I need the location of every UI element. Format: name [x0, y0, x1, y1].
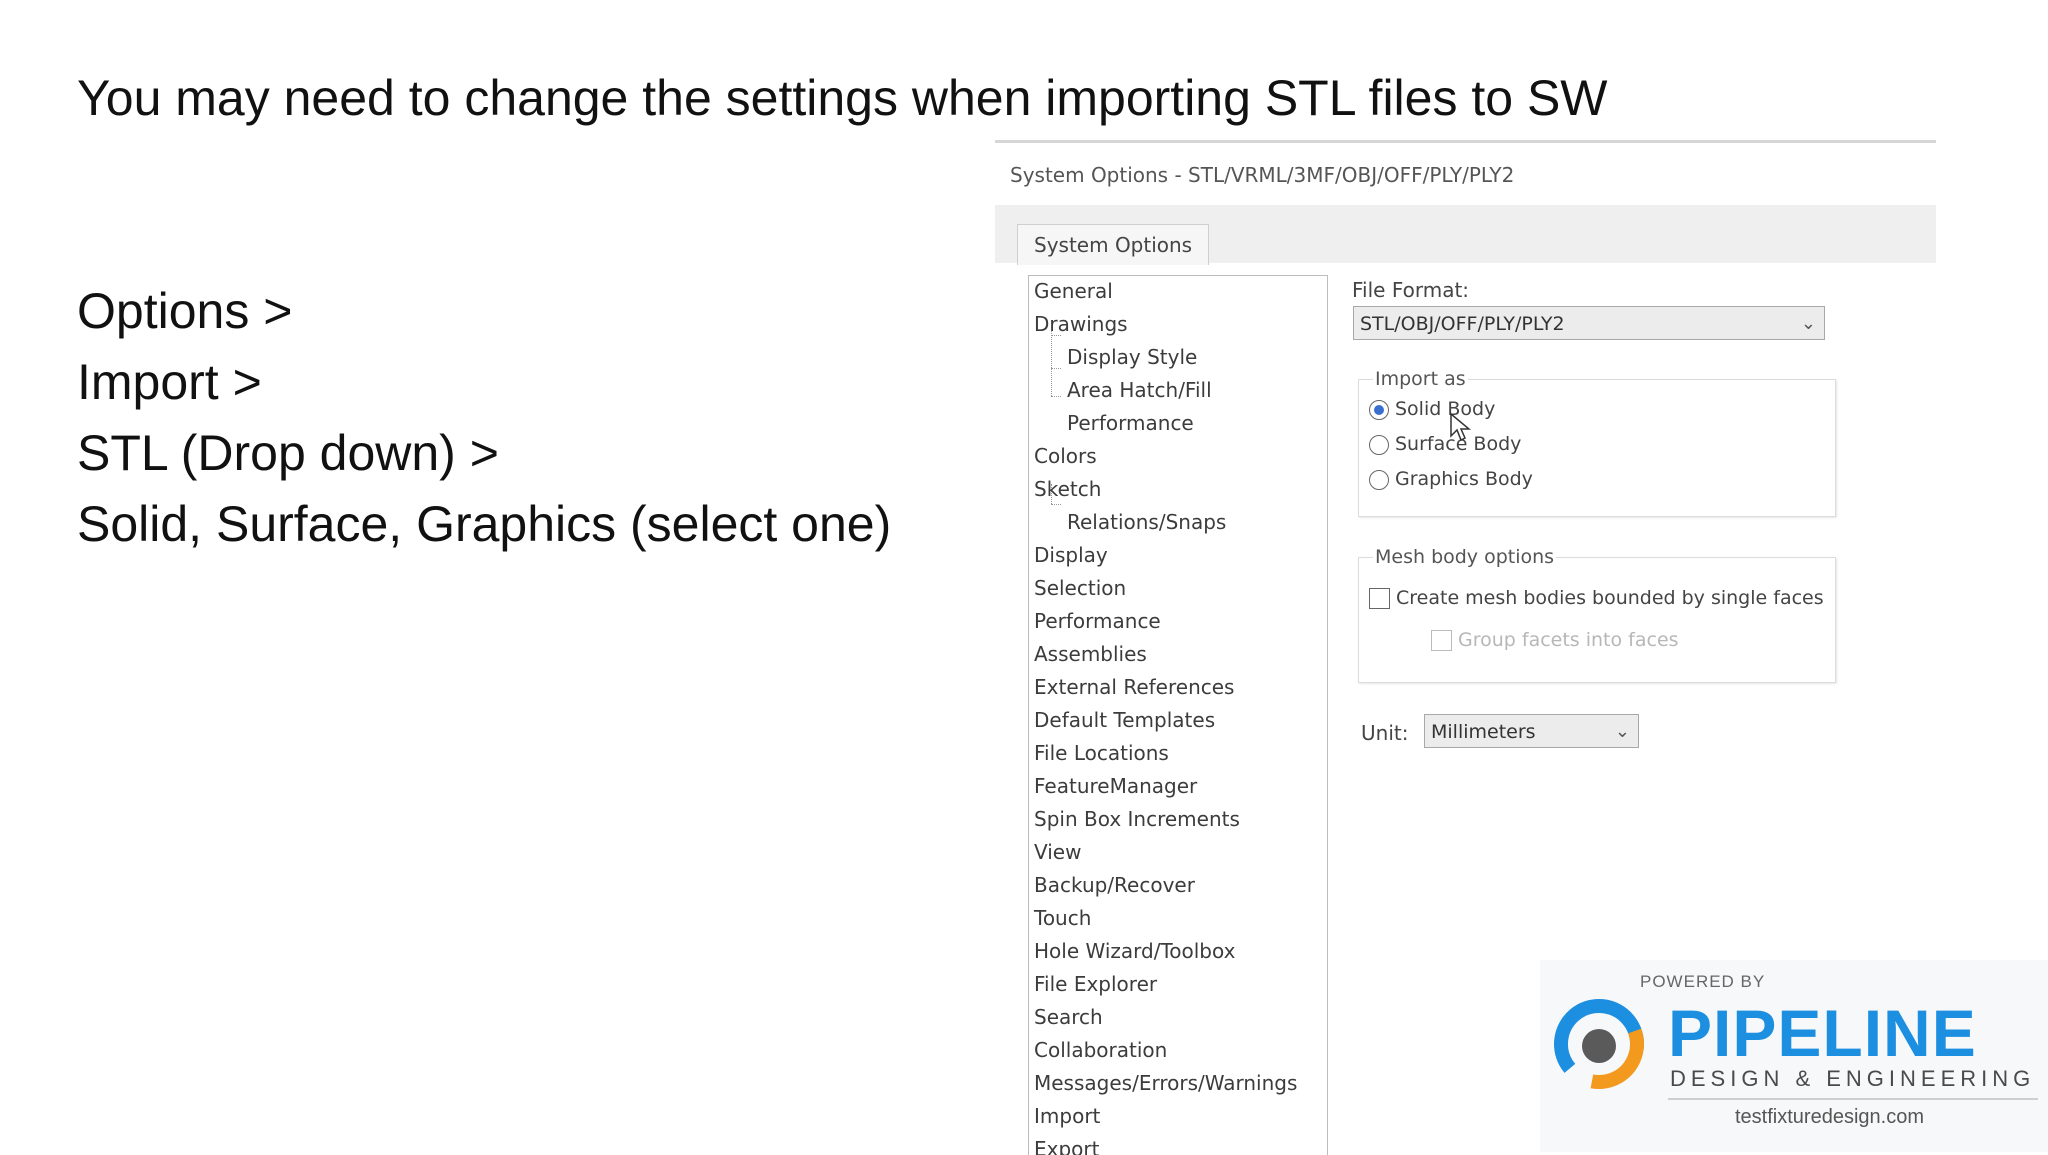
import-as-label: Import as	[1373, 368, 1468, 390]
step-options: Options >	[77, 283, 293, 339]
import-as-group: Import as Solid Body Surface Body Graphi…	[1358, 368, 1836, 517]
tree-guide-line	[1051, 504, 1061, 505]
tree-item-selection[interactable]: Selection	[1034, 573, 1126, 603]
file-format-label: File Format:	[1352, 278, 1470, 302]
radio-unselected-icon	[1369, 434, 1389, 455]
group-facets-checkbox[interactable]: Group facets into faces	[1431, 626, 1679, 654]
brand-name: PIPELINE	[1668, 996, 1977, 1070]
tree-item-colors[interactable]: Colors	[1034, 441, 1097, 471]
create-mesh-bodies-checkbox[interactable]: Create mesh bodies bounded by single fac…	[1369, 584, 1824, 612]
powered-by-text: POWERED BY	[1640, 972, 1766, 991]
mouse-pointer-icon	[1450, 412, 1471, 442]
unit-value: Millimeters	[1431, 721, 1536, 743]
radio-solid-body[interactable]: Solid Body	[1369, 395, 1495, 423]
radio-unselected-icon	[1369, 469, 1389, 490]
tree-item-general[interactable]: General	[1034, 276, 1113, 306]
mesh-body-options-label: Mesh body options	[1373, 546, 1557, 568]
file-format-value: STL/OBJ/OFF/PLY/PLY2	[1360, 313, 1565, 335]
tree-item-view[interactable]: View	[1034, 837, 1081, 867]
unit-select[interactable]: Millimeters ⌄	[1424, 714, 1639, 748]
instruction-steps: Options > Import > STL (Drop down) > Sol…	[77, 276, 891, 560]
brand-website: testfixturedesign.com	[1735, 1106, 1924, 1128]
tree-item-backup-recover[interactable]: Backup/Recover	[1034, 870, 1195, 900]
chevron-down-icon: ⌄	[1800, 313, 1816, 334]
tree-item-search[interactable]: Search	[1034, 1002, 1103, 1032]
mesh-body-options-group: Mesh body options Create mesh bodies bou…	[1358, 546, 1836, 683]
tree-item-messages-errors-warnings[interactable]: Messages/Errors/Warnings	[1034, 1068, 1297, 1098]
tree-item-drawings-performance[interactable]: Performance	[1067, 408, 1194, 438]
tree-item-collaboration[interactable]: Collaboration	[1034, 1035, 1167, 1065]
chevron-down-icon: ⌄	[1614, 721, 1630, 742]
radio-graphics-body[interactable]: Graphics Body	[1369, 465, 1533, 493]
tab-system-options[interactable]: System Options	[1017, 224, 1210, 265]
pipeline-logo: POWERED BY PIPELINE DESIGN & ENGINEERING…	[1540, 960, 2048, 1152]
tree-item-spin-box-increments[interactable]: Spin Box Increments	[1034, 804, 1240, 834]
radio-selected-icon	[1369, 399, 1389, 420]
slide-title: You may need to change the settings when…	[77, 70, 1608, 126]
tree-guide-line	[1051, 368, 1061, 369]
tree-item-featuremanager[interactable]: FeatureManager	[1034, 771, 1197, 801]
tree-item-default-templates[interactable]: Default Templates	[1034, 705, 1215, 735]
brand-tagline: DESIGN & ENGINEERING	[1670, 1066, 2036, 1091]
radio-surface-body[interactable]: Surface Body	[1369, 430, 1521, 458]
tree-item-performance[interactable]: Performance	[1034, 606, 1161, 636]
checkbox-icon	[1369, 588, 1390, 609]
step-select-body-type: Solid, Surface, Graphics (select one)	[77, 496, 892, 552]
tree-item-file-explorer[interactable]: File Explorer	[1034, 969, 1157, 999]
tree-item-assemblies[interactable]: Assemblies	[1034, 639, 1147, 669]
group-facets-label: Group facets into faces	[1458, 629, 1679, 651]
tree-item-import[interactable]: Import	[1034, 1101, 1100, 1131]
create-mesh-bodies-label: Create mesh bodies bounded by single fac…	[1396, 587, 1824, 609]
step-stl-dropdown: STL (Drop down) >	[77, 425, 499, 481]
dialog-title: System Options - STL/VRML/3MF/OBJ/OFF/PL…	[1010, 163, 1515, 187]
options-tree[interactable]: General Drawings Display Style Area Hatc…	[1028, 275, 1328, 1155]
tree-item-display[interactable]: Display	[1034, 540, 1108, 570]
unit-label: Unit:	[1361, 721, 1409, 745]
tree-item-area-hatch-fill[interactable]: Area Hatch/Fill	[1067, 375, 1212, 405]
tree-item-external-references[interactable]: External References	[1034, 672, 1234, 702]
step-import: Import >	[77, 354, 262, 410]
checkbox-icon	[1431, 630, 1452, 651]
file-format-select[interactable]: STL/OBJ/OFF/PLY/PLY2 ⌄	[1353, 306, 1825, 340]
tree-item-relations-snaps[interactable]: Relations/Snaps	[1067, 507, 1226, 537]
pipeline-logo-mark-icon	[1554, 999, 1644, 1089]
tree-guide-line	[1051, 396, 1061, 397]
radio-solid-body-label: Solid Body	[1395, 398, 1496, 420]
logo-divider	[1668, 1098, 2038, 1100]
tree-item-touch[interactable]: Touch	[1034, 903, 1091, 933]
radio-graphics-body-label: Graphics Body	[1395, 468, 1533, 490]
tree-item-hole-wizard-toolbox[interactable]: Hole Wizard/Toolbox	[1034, 936, 1235, 966]
tree-item-sketch[interactable]: Sketch	[1034, 474, 1101, 504]
tree-item-display-style[interactable]: Display Style	[1067, 342, 1197, 372]
tree-item-drawings[interactable]: Drawings	[1034, 309, 1128, 339]
tree-item-file-locations[interactable]: File Locations	[1034, 738, 1169, 768]
